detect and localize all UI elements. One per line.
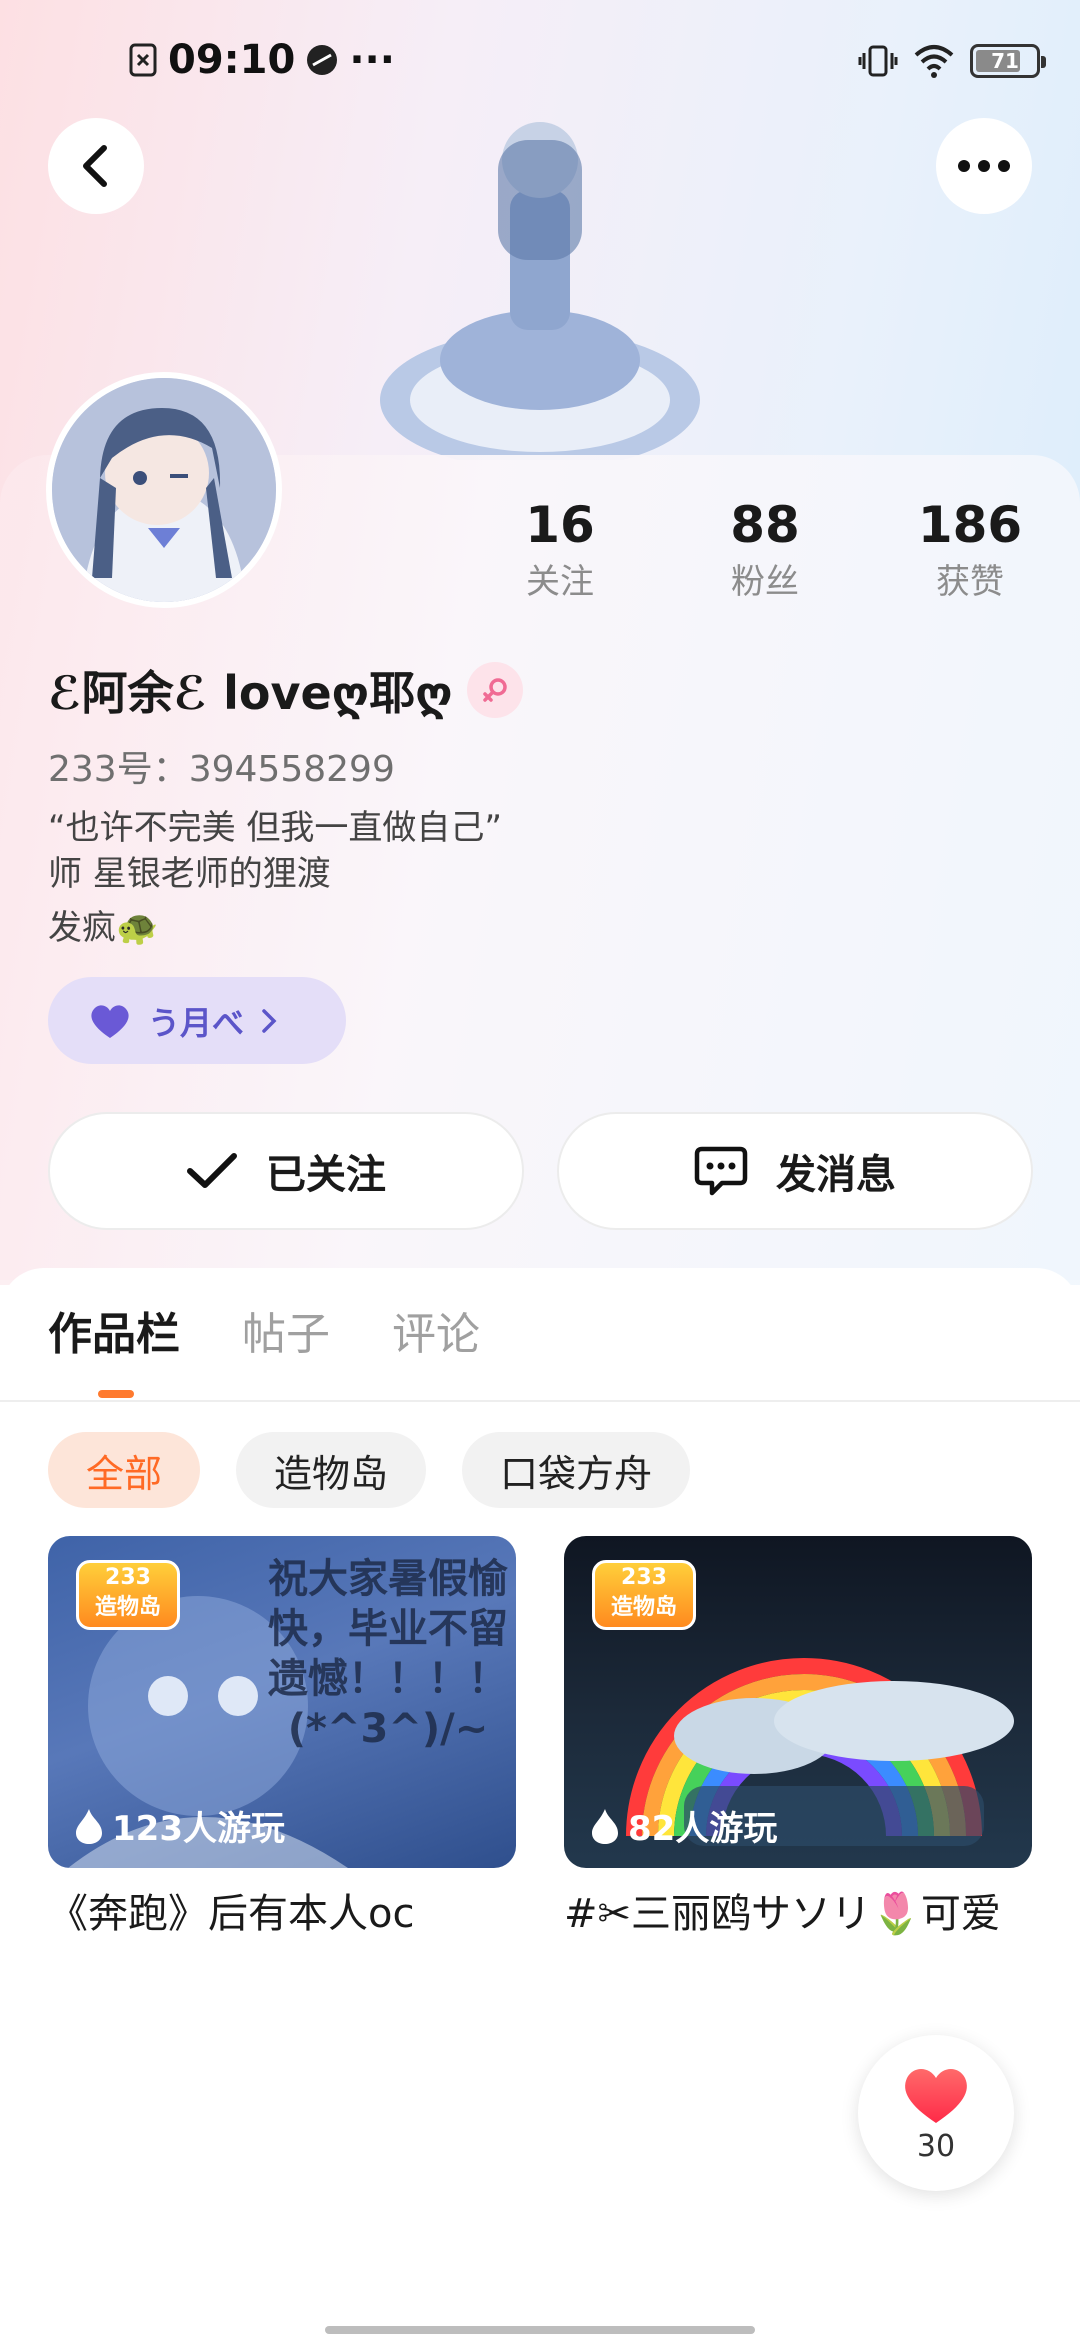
work-title[interactable]: 《奔跑》后有本人oc: [48, 1888, 516, 1940]
relationship-tag-button[interactable]: う月べ: [48, 977, 346, 1064]
vibrate-icon: [858, 45, 898, 77]
bio-line: 师 星银老师的狸渡: [48, 854, 331, 894]
home-indicator[interactable]: [325, 2326, 755, 2334]
logo-text: 造物岛: [610, 1595, 677, 1620]
battery-indicator: 71: [970, 44, 1046, 78]
like-button[interactable]: 30: [858, 2035, 1014, 2191]
tab-posts[interactable]: 帖子: [242, 1300, 330, 1380]
work-title[interactable]: #✂三丽鸥サソリ🌷可爱: [564, 1888, 1032, 1940]
chevron-left-icon: [83, 145, 107, 187]
chat-bubble-icon: [694, 1146, 748, 1196]
following-button[interactable]: 已关注: [48, 1112, 524, 1230]
stat-value: 88: [730, 496, 800, 554]
creation-island-logo: 233 造物岛: [76, 1560, 180, 1630]
following-label: 已关注: [266, 1152, 386, 1198]
work-card[interactable]: 祝大家暑假愉快，毕业不留遗憾！！！！(*^3^)/~ 233 造物岛 123人游…: [48, 1536, 516, 1940]
like-count: 30: [916, 2128, 956, 2164]
stat-label: 粉丝: [731, 562, 799, 602]
logo-number: 233: [105, 1565, 151, 1590]
filter-creation-island[interactable]: 造物岛: [236, 1432, 427, 1508]
filter-pocket-ark[interactable]: 口袋方舟: [462, 1432, 691, 1508]
filter-chips: 全部 造物岛 口袋方舟: [48, 1432, 691, 1508]
play-count-label: 123人游玩: [112, 1809, 285, 1849]
stat-value: 186: [917, 496, 1023, 554]
flame-icon: [76, 1808, 102, 1844]
stat-value: 16: [525, 496, 595, 554]
more-notifications: ···: [349, 37, 395, 83]
tab-works[interactable]: 作品栏: [48, 1300, 180, 1380]
profile-tabs: 作品栏 帖子 评论: [48, 1300, 480, 1380]
app-notification-icon: [307, 45, 338, 75]
divider: [0, 1400, 1080, 1402]
check-icon: [187, 1153, 237, 1188]
status-bar: 09:10 ··· 71: [0, 0, 1080, 120]
relationship-tag-label: う月べ: [148, 1003, 245, 1042]
work-thumbnail[interactable]: 233 造物岛 82人游玩: [564, 1536, 1032, 1868]
banner-character-image: [380, 122, 700, 460]
avatar[interactable]: [46, 372, 282, 608]
creation-island-logo: 233 造物岛: [592, 1560, 696, 1630]
stat-label: 获赞: [936, 562, 1004, 602]
more-dots-icon: [958, 160, 1010, 172]
name-row: ℰ阿余ℰ loveღ耶ღ: [48, 660, 523, 720]
wifi-icon: [914, 45, 954, 78]
logo-number: 233: [621, 1565, 667, 1590]
play-count-label: 82人游玩: [628, 1809, 778, 1849]
send-message-button[interactable]: 发消息: [557, 1112, 1033, 1230]
clock: 09:10: [168, 37, 296, 83]
heart-icon: [91, 1004, 129, 1038]
bio-text: “也许不完美 但我一直做自己” 师 星银老师的狸渡: [48, 805, 502, 897]
stat-following[interactable]: 16 关注: [480, 495, 640, 605]
nickname: ℰ阿余ℰ loveღ耶ღ: [48, 666, 453, 720]
thumbnail-overlay-text: 祝大家暑假愉快，毕业不留遗憾！！！！(*^3^)/~: [268, 1556, 508, 1752]
play-count: 123人游玩: [74, 1801, 285, 1850]
bio-line: 发疯🐢: [48, 908, 159, 948]
send-message-label: 发消息: [776, 1152, 896, 1198]
profile-stats: 16 关注 88 粉丝 186 获赞: [480, 495, 1040, 615]
chevron-right-icon: [262, 1008, 277, 1033]
flame-icon: [592, 1808, 618, 1844]
work-card[interactable]: 233 造物岛 82人游玩 #✂三丽鸥サソリ🌷可爱: [564, 1536, 1032, 1940]
logo-text: 造物岛: [94, 1595, 161, 1620]
play-count: 82人游玩: [590, 1801, 777, 1850]
stat-likes[interactable]: 186 获赞: [890, 495, 1050, 605]
stat-followers[interactable]: 88 粉丝: [685, 495, 845, 605]
avatar-image: [52, 378, 276, 602]
bio-line: “也许不完美 但我一直做自己”: [48, 808, 503, 848]
user-id: 233号：394558299: [48, 749, 395, 790]
active-tab-indicator: [98, 1390, 134, 1398]
filter-all[interactable]: 全部: [48, 1432, 201, 1508]
battery-level: 71: [991, 49, 1019, 73]
heart-icon: [905, 2068, 967, 2123]
female-gender-icon: [466, 662, 523, 718]
work-thumbnail[interactable]: 祝大家暑假愉快，毕业不留遗憾！！！！(*^3^)/~ 233 造物岛 123人游…: [48, 1536, 516, 1868]
stat-label: 关注: [526, 562, 594, 602]
sim-off-icon: [129, 43, 157, 77]
back-button[interactable]: [48, 118, 144, 214]
more-options-button[interactable]: [936, 118, 1032, 214]
tab-comments[interactable]: 评论: [392, 1300, 480, 1380]
